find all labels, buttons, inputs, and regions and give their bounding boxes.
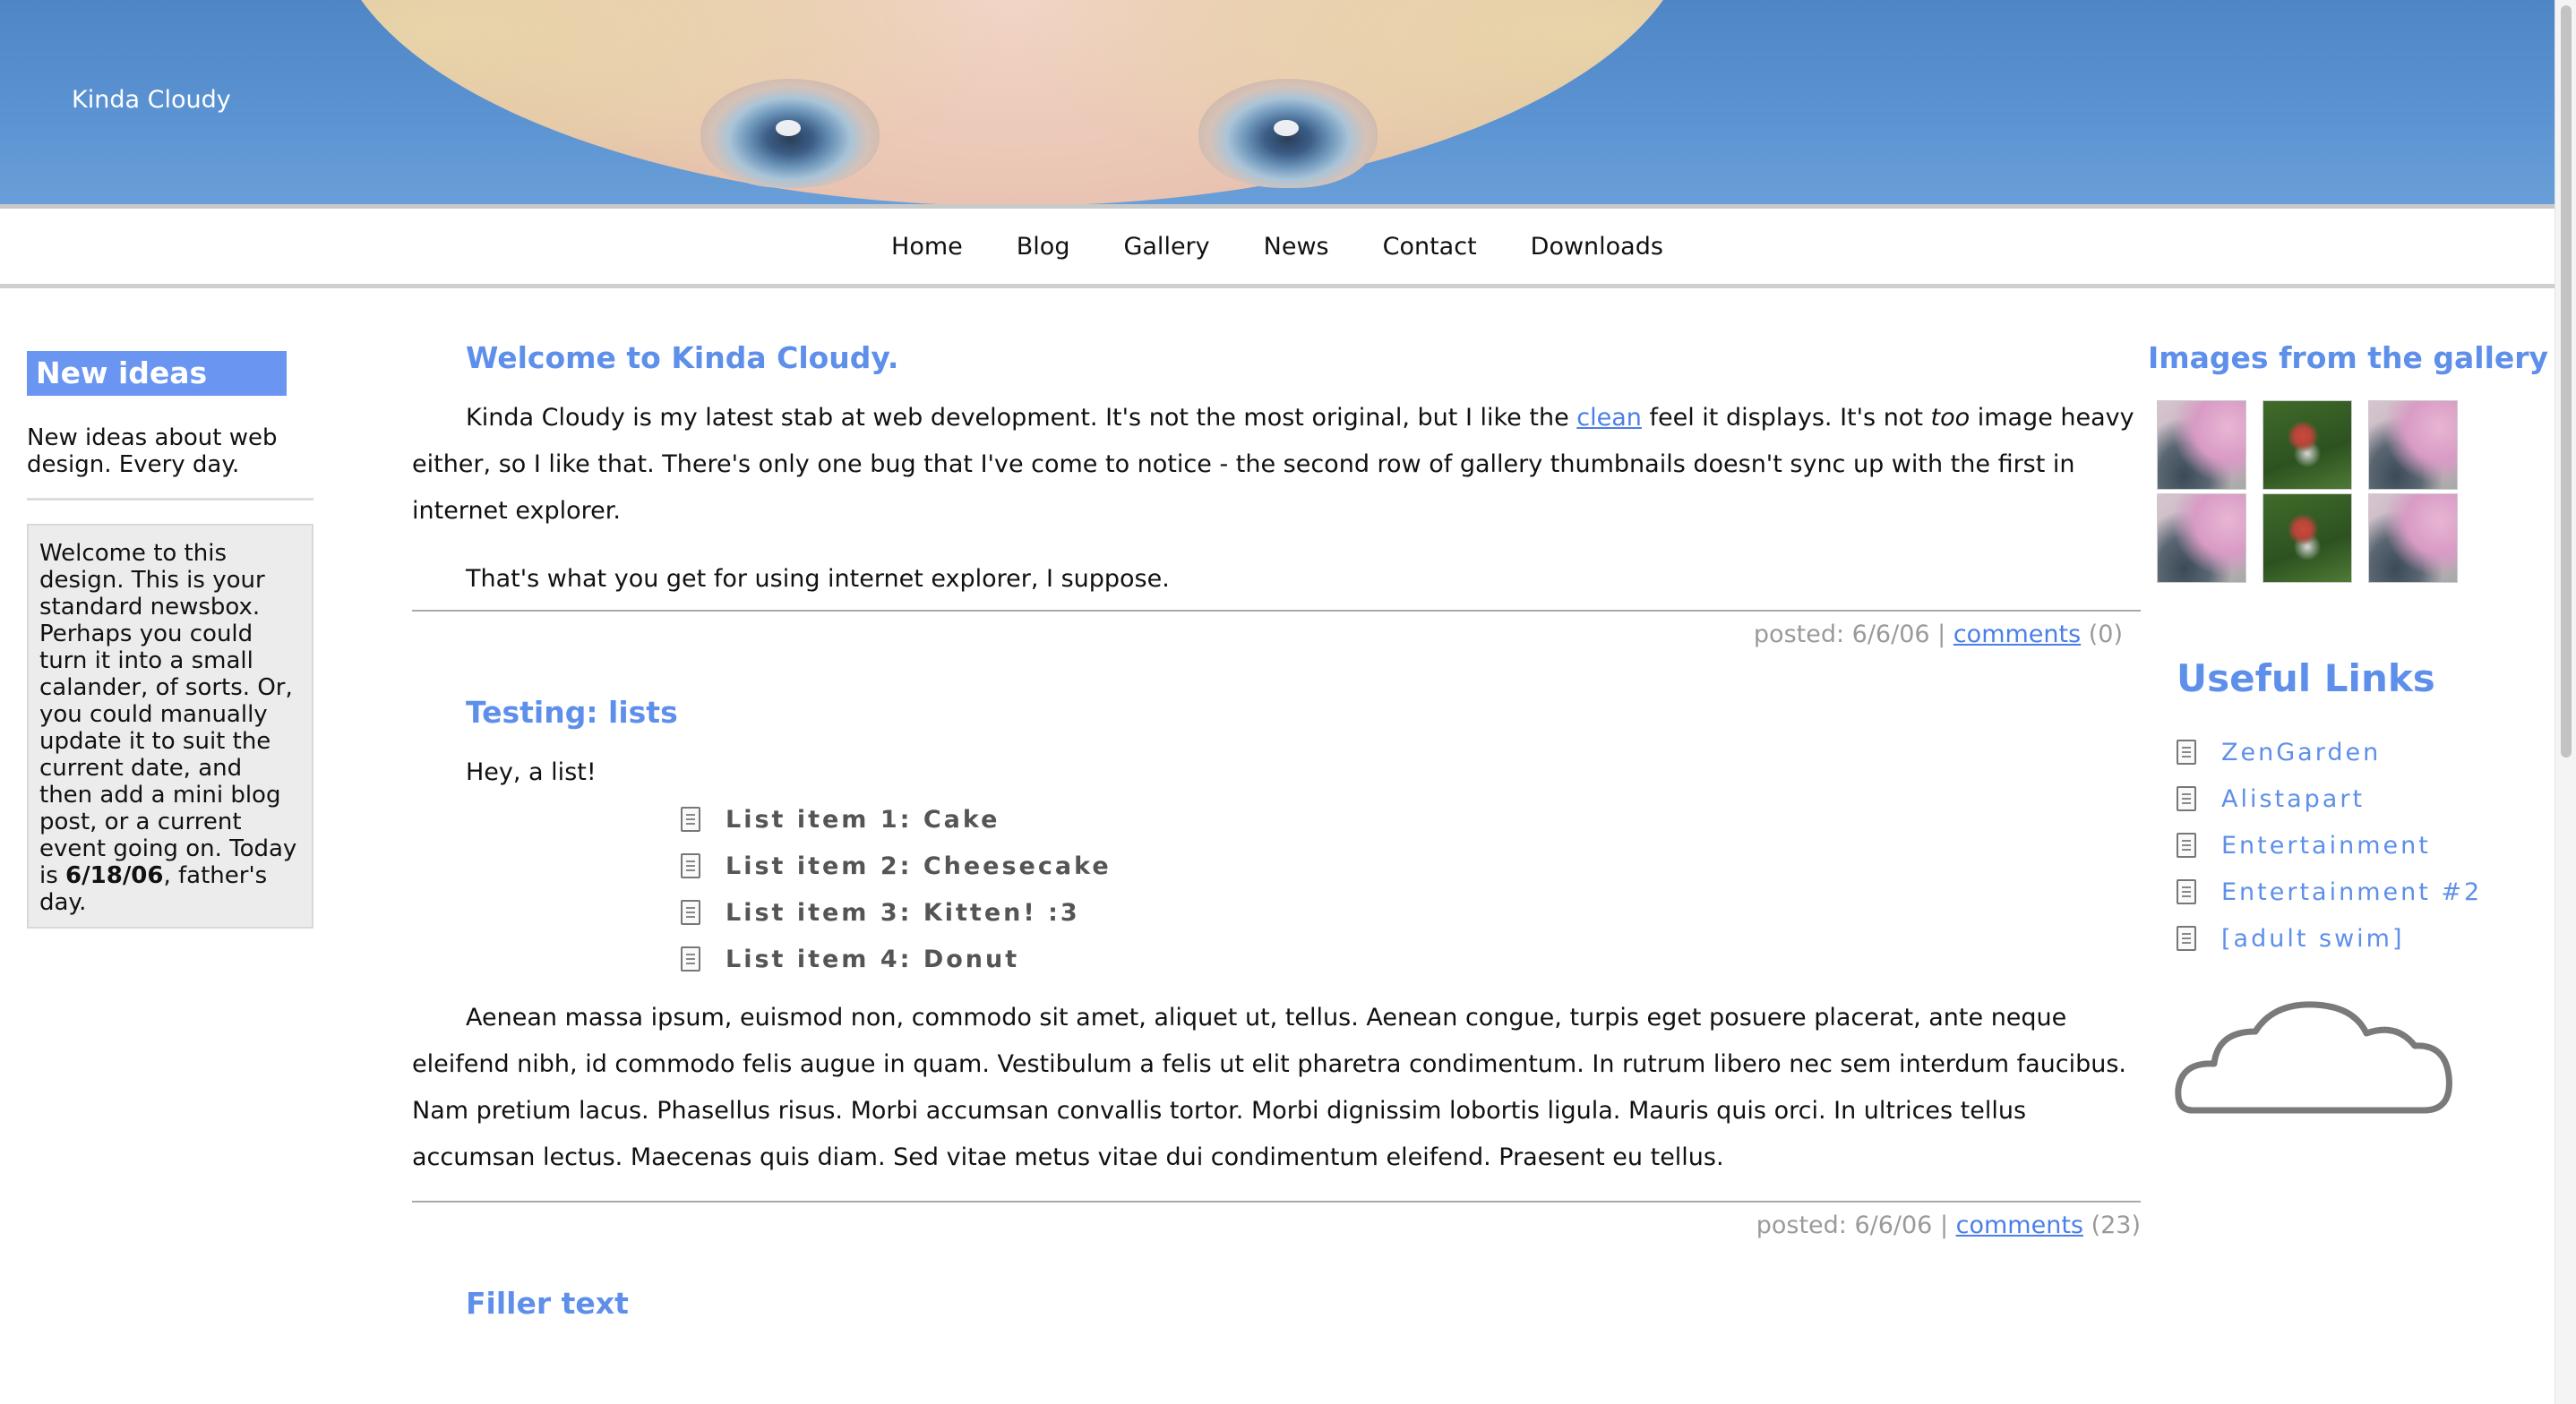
link-item: [adult swim] <box>2177 915 2553 962</box>
comment-count: (0) <box>2081 621 2123 648</box>
newsbox: Welcome to this design. This is your sta… <box>27 524 313 929</box>
gallery-thumbnail[interactable] <box>2157 493 2246 583</box>
post-paragraph: Aenean massa ipsum, euismod non, commodo… <box>412 1004 2126 1171</box>
list-item: List item 2: Cheesecake <box>681 843 2141 889</box>
item-list: List item 1: Cake List item 2: Cheesecak… <box>412 796 2141 982</box>
banner-hair-image <box>331 0 1693 206</box>
sidebar-tagline: New ideas about web design. Every day. <box>27 424 313 501</box>
list-item: List item 3: Kitten! :3 <box>681 889 2141 936</box>
post-meta: posted: 6/6/06 | comments (23) <box>412 1211 2141 1239</box>
post-date: posted: 6/6/06 | <box>1753 621 1953 648</box>
banner-eye-right <box>1198 79 1378 188</box>
post: Filler text <box>412 1286 2141 1321</box>
post-divider <box>412 610 2141 612</box>
nav-blog[interactable]: Blog <box>990 233 1097 261</box>
list-item-label: List item 4: Donut <box>726 945 1020 973</box>
gallery-thumbnail[interactable] <box>2157 400 2246 490</box>
link-item: Entertainment <box>2177 822 2553 869</box>
document-icon <box>2177 740 2196 765</box>
scrollbar-thumb[interactable] <box>2561 5 2572 758</box>
nav-news[interactable]: News <box>1237 233 1356 261</box>
list-item-label: List item 2: Cheesecake <box>726 852 1112 880</box>
header-divider <box>0 204 2555 209</box>
link-item: Alistapart <box>2177 775 2553 822</box>
link-entertainment-2[interactable]: Entertainment #2 <box>2221 878 2482 906</box>
gallery-thumbnails <box>2157 400 2553 583</box>
link-adult-swim[interactable]: [adult swim] <box>2221 925 2405 953</box>
post-paragraph: That's what you get for using internet e… <box>466 565 1170 593</box>
site-title[interactable]: Kinda Cloudy <box>72 86 231 114</box>
post-title[interactable]: Testing: lists <box>466 695 2141 730</box>
header-banner: Kinda Cloudy <box>0 0 2555 209</box>
newsbox-date: 6/18/06 <box>65 862 164 889</box>
list-item-label: List item 1: Cake <box>726 805 1000 834</box>
link-alistapart[interactable]: Alistapart <box>2221 785 2365 813</box>
right-sidebar: Images from the gallery Useful Links Zen… <box>2132 340 2553 1121</box>
document-icon <box>2177 786 2196 811</box>
document-icon <box>681 900 700 925</box>
list-item: List item 4: Donut <box>681 936 2141 982</box>
main-content: Welcome to Kinda Cloudy. Kinda Cloudy is… <box>412 340 2141 1321</box>
link-zengarden[interactable]: ZenGarden <box>2221 739 2381 766</box>
useful-links-list: ZenGarden Alistapart Entertainment Enter… <box>2177 729 2553 962</box>
gallery-heading: Images from the gallery <box>2148 340 2549 375</box>
nav-gallery[interactable]: Gallery <box>1096 233 1236 261</box>
document-icon <box>2177 879 2196 904</box>
nav-contact[interactable]: Contact <box>1356 233 1504 261</box>
list-item: List item 1: Cake <box>681 796 2141 843</box>
nav-home[interactable]: Home <box>864 233 990 261</box>
gallery-thumbnail[interactable] <box>2368 400 2458 490</box>
page-scrollbar[interactable] <box>2555 0 2576 1404</box>
post-title[interactable]: Filler text <box>466 1286 2141 1321</box>
list-item-label: List item 3: Kitten! :3 <box>726 898 1080 927</box>
cloud-icon <box>2175 1001 2452 1114</box>
comments-link[interactable]: comments <box>1956 1211 2083 1239</box>
post-title[interactable]: Welcome to Kinda Cloudy. <box>466 340 2141 375</box>
post: Welcome to Kinda Cloudy. Kinda Cloudy is… <box>412 340 2141 648</box>
post-meta: posted: 6/6/06 | comments (0) <box>412 621 2141 648</box>
document-icon <box>681 853 700 878</box>
post-emphasis: too <box>1930 404 1971 432</box>
useful-links-heading: Useful Links <box>2177 656 2435 700</box>
link-item: ZenGarden <box>2177 729 2553 775</box>
post: Testing: lists Hey, a list! List item 1:… <box>412 695 2141 1239</box>
post-paragraph: Kinda Cloudy is my latest stab at web de… <box>412 395 2141 535</box>
nav-downloads[interactable]: Downloads <box>1504 233 1690 261</box>
comments-link[interactable]: comments <box>1953 621 2081 648</box>
comment-count: (23) <box>2082 1211 2141 1239</box>
gallery-thumbnail[interactable] <box>2263 400 2352 490</box>
newsbox-text: Welcome to this design. This is your sta… <box>39 540 297 889</box>
main-nav: Home Blog Gallery News Contact Downloads <box>0 210 2555 288</box>
sidebar-heading: New ideas <box>27 351 287 396</box>
document-icon <box>2177 926 2196 951</box>
post-text: feel it displays. It's not <box>1641 404 1931 432</box>
document-icon <box>681 807 700 832</box>
document-icon <box>2177 833 2196 858</box>
document-icon <box>681 946 700 972</box>
post-paragraph: Hey, a list! <box>466 758 597 786</box>
link-item: Entertainment #2 <box>2177 869 2553 915</box>
left-sidebar: New ideas New ideas about web design. Ev… <box>27 351 313 929</box>
post-text: Kinda Cloudy is my latest stab at web de… <box>466 404 1577 432</box>
clean-link[interactable]: clean <box>1576 404 1642 432</box>
gallery-thumbnail[interactable] <box>2263 493 2352 583</box>
link-entertainment[interactable]: Entertainment <box>2221 832 2431 860</box>
post-date: posted: 6/6/06 | <box>1756 1211 1956 1239</box>
banner-eye-left <box>700 79 880 188</box>
gallery-thumbnail[interactable] <box>2368 493 2458 583</box>
post-divider <box>412 1201 2141 1203</box>
